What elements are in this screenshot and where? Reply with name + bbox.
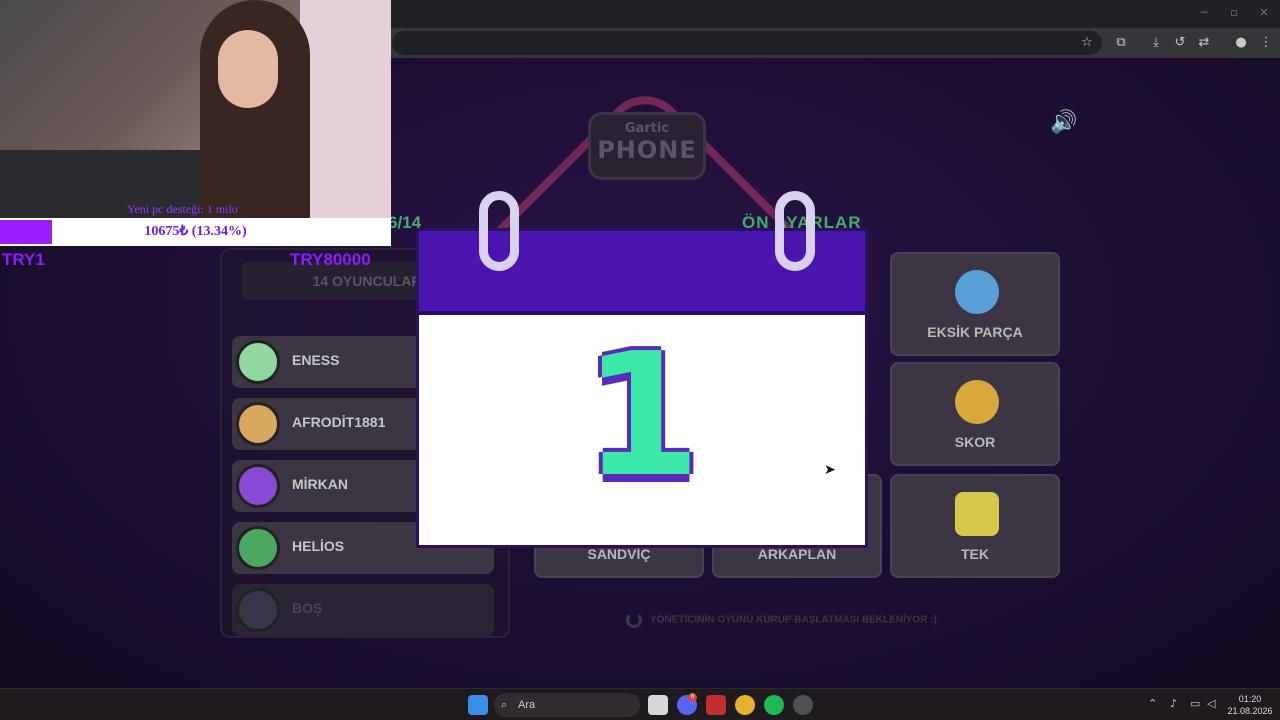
mouse-cursor-icon: ➤ — [824, 462, 836, 478]
search-icon: ⌕ — [501, 698, 508, 711]
taskbar-clock[interactable]: 01:20 21.08.2026 — [1226, 693, 1274, 717]
player-avatar — [236, 340, 280, 384]
minimize-icon[interactable]: ─ — [1194, 6, 1214, 22]
mode-eksik-parca[interactable]: EKSİK PARÇA — [890, 252, 1060, 356]
player-name: ENESS — [292, 352, 340, 368]
donation-progress-bar: 10675₺ (13.34%) — [0, 218, 391, 246]
profile-avatar-icon[interactable]: ● — [1231, 33, 1251, 53]
screen: ─ ▫ ✕ ☆ ⧉ ⤓ ↺ ⇄ ● ⋮ Gartic PHONE 🔊 6/14 … — [0, 0, 1280, 720]
webcam-feed: Yeni pc desteği: 1 milo — [0, 0, 391, 218]
donation-max-label: TRY80000 — [290, 250, 371, 269]
mode-tek[interactable]: TEK — [890, 474, 1060, 578]
microphone-icon[interactable]: ♪ — [1170, 697, 1177, 710]
donation-goal-label: Yeni pc desteği: 1 milo — [127, 202, 238, 216]
donation-min-label: TRY1 — [2, 250, 45, 269]
speaker-icon[interactable]: 🔊 — [1050, 110, 1077, 135]
tray-chevron-icon[interactable]: ⌃ — [1148, 697, 1157, 710]
player-avatar — [236, 526, 280, 570]
windows-start-icon[interactable] — [468, 695, 488, 715]
webcam-chair — [300, 0, 391, 218]
calendar-ring-left — [479, 191, 519, 271]
history-icon[interactable]: ↺ — [1170, 33, 1190, 53]
player-name: AFRODİT1881 — [292, 414, 386, 430]
calendar-ring-right — [775, 191, 815, 271]
player-name: MİRKAN — [292, 476, 348, 492]
waiting-status: YÖNETİCİNİN OYUNU KURUP BAŞLATMASI BEKLE… — [626, 612, 937, 628]
medal-icon — [955, 380, 999, 424]
player-name: BOŞ — [292, 600, 323, 616]
mode-skor[interactable]: SKOR — [890, 362, 1060, 466]
player-avatar — [236, 464, 280, 508]
missing-piece-icon — [955, 270, 999, 314]
player-avatar — [236, 588, 280, 632]
spotify-icon[interactable] — [764, 695, 784, 715]
loading-spinner-icon — [626, 612, 642, 628]
volume-icon[interactable]: ◁ — [1207, 697, 1215, 710]
countdown-calendar: 1 — [416, 191, 868, 548]
close-icon[interactable]: ✕ — [1254, 6, 1274, 22]
extensions-icon[interactable]: ⧉ — [1111, 33, 1131, 53]
translate-icon[interactable]: ⇄ — [1194, 33, 1214, 53]
webcam-streamer-face — [218, 30, 278, 108]
task-view-icon[interactable] — [648, 695, 668, 715]
bookmark-star-icon[interactable]: ☆ — [1077, 33, 1097, 53]
player-avatar — [236, 402, 280, 446]
address-bar[interactable] — [392, 31, 1102, 55]
player-row-empty: BOŞ — [232, 584, 494, 636]
network-icon[interactable]: ▭ — [1190, 697, 1200, 710]
taskbar-search[interactable]: ⌕ Ara — [494, 693, 640, 717]
player-name: HELİOS — [292, 538, 345, 554]
obs-icon[interactable] — [793, 695, 813, 715]
menu-dots-icon[interactable]: ⋮ — [1256, 33, 1276, 53]
discord-notification-badge: 6 — [688, 693, 697, 702]
chrome-icon[interactable] — [735, 695, 755, 715]
solo-player-icon — [955, 492, 999, 536]
windows-taskbar: ⌕ Ara 6 ⌃ ♪ ▭ ◁ 01:20 21.08.2026 — [0, 688, 1280, 720]
countdown-number: 1 — [582, 317, 702, 515]
donation-progress-text: 10675₺ (13.34%) — [144, 224, 247, 239]
maximize-icon[interactable]: ▫ — [1224, 6, 1244, 22]
download-icon[interactable]: ⤓ — [1146, 33, 1166, 53]
gartic-phone-logo: Gartic PHONE — [588, 112, 706, 180]
app-icon[interactable] — [706, 695, 726, 715]
